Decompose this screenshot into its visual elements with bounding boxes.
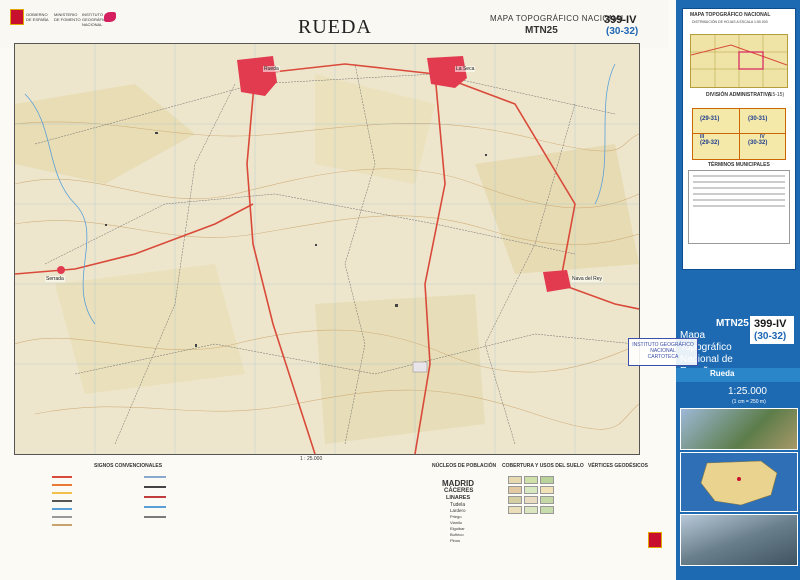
legend-line-symbol bbox=[144, 486, 166, 488]
cover-sheet-name: Rueda bbox=[710, 369, 735, 378]
legend-swatch bbox=[540, 506, 554, 514]
legend-swatch bbox=[508, 486, 522, 494]
nucleo-linares: LINARES bbox=[446, 495, 471, 501]
legend: SIGNOS CONVENCIONALES NÚCLEOS DE POBLACI… bbox=[8, 462, 668, 578]
legend-boundary-symbol bbox=[52, 516, 72, 518]
sheet-number: 399-IV bbox=[604, 14, 637, 26]
cover-photo-aerial bbox=[680, 408, 798, 450]
legend-swatch bbox=[508, 496, 522, 504]
cover-photo-spain-map bbox=[680, 452, 798, 512]
cover-sheet-grid: (30-32) bbox=[754, 331, 787, 342]
cover-photo-landscape bbox=[680, 514, 798, 566]
index-title: MAPA TOPOGRÁFICO NACIONAL bbox=[690, 12, 771, 18]
legend-line-symbol bbox=[144, 496, 166, 498]
cartoteca-stamp: INSTITUTO GEOGRÁFICO NACIONAL CARTOTECA bbox=[628, 338, 698, 366]
nucleo-buneco: Buñeco bbox=[450, 532, 464, 537]
cover-scale: 1:25.000 bbox=[728, 386, 767, 397]
nucleo-elgoibar: Elgoibar bbox=[450, 526, 465, 531]
admin-title: DIVISIÓN ADMINISTRATIVA bbox=[706, 92, 772, 98]
grid-label-iii: III bbox=[700, 134, 705, 140]
cubierta-title: COBERTURA Y USOS DEL SUELO bbox=[502, 463, 584, 469]
index-map-canvas bbox=[690, 35, 788, 87]
grid-cell-30-32: (30-32) bbox=[748, 140, 768, 146]
nucleo-caceres: CÁCERES bbox=[444, 488, 474, 494]
coat-of-arms-icon bbox=[10, 9, 24, 25]
index-subtitle: DISTRIBUCIÓN DE HOJAS A ESCALA 1:50.000 bbox=[692, 20, 768, 24]
legend-line-symbol bbox=[144, 506, 166, 508]
legend-swatch bbox=[524, 496, 538, 504]
town-label-rueda: Rueda bbox=[263, 66, 280, 72]
legend-swatch bbox=[524, 506, 538, 514]
vertices-title: VÉRTICES GEODÉSICOS bbox=[588, 463, 649, 469]
ministry-label: MINISTERIO DE FOMENTO bbox=[54, 12, 81, 22]
town-label-la-seca: La Seca bbox=[455, 66, 476, 72]
cover-name-bar bbox=[676, 368, 800, 382]
legend-swatch bbox=[540, 496, 554, 504]
grid-label-iv: IV bbox=[760, 134, 765, 140]
nucleo-priego: Priego bbox=[450, 514, 462, 519]
grid-cell-29-31: (29-31) bbox=[700, 116, 720, 122]
admin-code: (15-15) bbox=[768, 92, 785, 98]
legend-road-symbol bbox=[52, 476, 72, 478]
nucleo-vianllo: Vianllo bbox=[450, 520, 462, 525]
legend-swatch bbox=[508, 506, 522, 514]
legend-swatch bbox=[540, 476, 554, 484]
series-code: MTN25 bbox=[525, 25, 558, 36]
header: GOBIERNO DE ESPAÑA MINISTERIO DE FOMENTO I… bbox=[0, 0, 668, 48]
cover-scale-sub: (1 cm = 250 m) bbox=[732, 399, 766, 405]
legend-line-symbol bbox=[144, 476, 166, 478]
nucleo-madrid: MADRID bbox=[442, 479, 474, 488]
coat-of-arms-icon bbox=[648, 532, 662, 548]
grid-cell-30-31: (30-31) bbox=[748, 116, 768, 122]
legend-contour-symbol bbox=[52, 524, 72, 526]
ign-logo-icon bbox=[104, 12, 116, 22]
legend-road-symbol bbox=[52, 492, 72, 494]
government-label: GOBIERNO DE ESPAÑA bbox=[26, 12, 49, 22]
legend-swatch bbox=[524, 486, 538, 494]
map-canvas bbox=[15, 44, 639, 454]
legend-swatch bbox=[508, 476, 522, 484]
legend-water-symbol bbox=[52, 508, 72, 510]
signos-title: SIGNOS CONVENCIONALES bbox=[94, 463, 163, 469]
legend-swatch bbox=[540, 486, 554, 494]
nucleos-title: NÚCLEOS DE POBLACIÓN bbox=[432, 463, 497, 469]
town-label-serrada: Serrada bbox=[45, 276, 65, 282]
legend-road-symbol bbox=[52, 484, 72, 486]
town-label-nava-del-rey: Nava del Rey bbox=[571, 276, 604, 282]
map-sheet: GOBIERNO DE ESPAÑA MINISTERIO DE FOMENTO I… bbox=[0, 0, 800, 580]
nucleo-lardero: Lardero bbox=[450, 508, 466, 513]
map-title: RUEDA bbox=[298, 16, 372, 38]
field-parcels bbox=[15, 44, 639, 454]
grid-cell-29-32: (29-32) bbox=[700, 140, 720, 146]
sheet-grid: (30-32) bbox=[606, 26, 639, 37]
legend-line-symbol bbox=[144, 516, 166, 518]
index-map[interactable] bbox=[690, 34, 788, 88]
legend-swatch bbox=[524, 476, 538, 484]
cover-sheet-number: 399-IV bbox=[754, 318, 787, 330]
municipios-list bbox=[688, 170, 790, 244]
nucleo-pinos: Pinos bbox=[450, 538, 461, 543]
municipios-title: TÉRMINOS MUNICIPALES bbox=[708, 162, 770, 168]
legend-track-symbol bbox=[52, 500, 72, 502]
cover-series-code: MTN25 bbox=[716, 318, 749, 329]
topographic-map[interactable]: Rueda La Seca Nava del Rey Serrada bbox=[14, 43, 640, 455]
